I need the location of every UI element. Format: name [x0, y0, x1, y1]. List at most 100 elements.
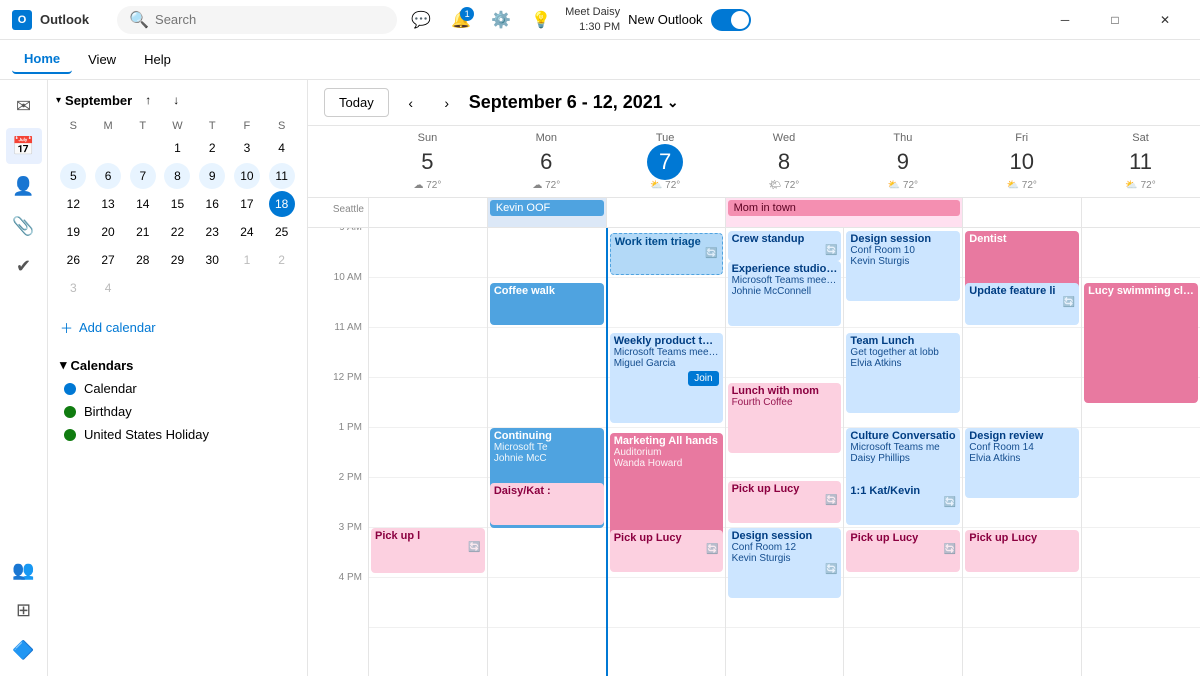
lucy-swimming-event[interactable]: Lucy swimming class: [1084, 283, 1198, 403]
search-box[interactable]: 🔍: [117, 6, 397, 34]
team-lunch-event[interactable]: Team Lunch Get together at lobb Elvia At…: [846, 333, 960, 413]
menu-home[interactable]: Home: [12, 45, 72, 74]
cal-day[interactable]: 21: [130, 219, 156, 245]
kat-kevin-event[interactable]: 1:1 Kat/Kevin 🔄: [846, 483, 960, 525]
sidebar-icon-apps[interactable]: ⊞: [6, 592, 42, 628]
search-input[interactable]: [155, 12, 385, 27]
cal-day[interactable]: 1: [234, 247, 260, 273]
close-button[interactable]: ✕: [1142, 4, 1188, 36]
experience-studio-event[interactable]: Experience studio sync Microsoft Teams m…: [728, 261, 842, 326]
day-header-thu: T: [195, 118, 230, 134]
cal-day[interactable]: 3: [60, 275, 86, 301]
cal-day[interactable]: 20: [95, 219, 121, 245]
design-session-thu-event[interactable]: Design session Conf Room 10 Kevin Sturgi…: [846, 231, 960, 301]
crew-standup-event[interactable]: Crew standup 🔄: [728, 231, 842, 261]
cal-day[interactable]: 2: [269, 247, 295, 273]
next-week-button[interactable]: ›: [433, 89, 461, 117]
calendar-days: 1 2 3 4 5 6 7 8 9 10 11 12 13 14 15 16 1…: [56, 134, 299, 302]
cal-day[interactable]: 28: [130, 247, 156, 273]
kevin-oof-event[interactable]: Kevin OOF: [490, 200, 604, 216]
cal-day[interactable]: 13: [95, 191, 121, 217]
cal-day[interactable]: [269, 275, 295, 301]
cal-day[interactable]: 15: [164, 191, 190, 217]
cal-day[interactable]: 3: [234, 135, 260, 161]
cal-day[interactable]: [234, 275, 260, 301]
minimize-button[interactable]: ─: [1042, 4, 1088, 36]
calendar-item-calendar[interactable]: Calendar: [56, 377, 299, 400]
cal-day-today[interactable]: 18: [269, 191, 295, 217]
cal-day[interactable]: 12: [60, 191, 86, 217]
cal-day[interactable]: 4: [269, 135, 295, 161]
pick-up-lucy-wed-event[interactable]: Pick up Lucy 🔄: [728, 481, 842, 523]
pick-up-lucy-tue-event[interactable]: Pick up Lucy 🔄: [610, 530, 723, 572]
sidebar-icon-mail[interactable]: ✉: [6, 88, 42, 124]
sidebar-icon-files[interactable]: 📎: [6, 208, 42, 244]
date-range[interactable]: September 6 - 12, 2021 ⌄: [469, 92, 679, 113]
cal-day[interactable]: 27: [95, 247, 121, 273]
cal-day[interactable]: 9: [199, 163, 225, 189]
cal-day[interactable]: 26: [60, 247, 86, 273]
cal-day[interactable]: 7: [130, 163, 156, 189]
cal-day[interactable]: 19: [60, 219, 86, 245]
design-review-event[interactable]: Design review Conf Room 14 Elvia Atkins: [965, 428, 1079, 498]
calendar-collapse-icon[interactable]: ▾: [56, 95, 61, 106]
cal-day[interactable]: 30: [199, 247, 225, 273]
cal-day[interactable]: [60, 135, 86, 161]
cal-day[interactable]: 1: [164, 135, 190, 161]
coffee-walk-event[interactable]: Coffee walk: [490, 283, 604, 325]
mom-in-town-event[interactable]: Mom in town: [728, 200, 961, 216]
sidebar-icon-teams[interactable]: 👥: [6, 552, 42, 588]
mini-cal-next[interactable]: ↓: [164, 88, 188, 112]
cal-day[interactable]: [130, 275, 156, 301]
mini-cal-prev[interactable]: ↑: [136, 88, 160, 112]
cal-day[interactable]: [130, 135, 156, 161]
mini-calendar-month[interactable]: September: [65, 93, 132, 108]
add-calendar-button[interactable]: ＋ Add calendar: [56, 310, 299, 345]
work-item-triage-event[interactable]: Work item triage 🔄: [610, 233, 723, 275]
cal-day[interactable]: 25: [269, 219, 295, 245]
help-icon[interactable]: 💡: [525, 4, 557, 36]
maximize-button[interactable]: □: [1092, 4, 1138, 36]
prev-week-button[interactable]: ‹: [397, 89, 425, 117]
join-button[interactable]: Join: [688, 371, 718, 386]
lunch-with-mom-event[interactable]: Lunch with mom Fourth Coffee: [728, 383, 842, 453]
sidebar-icon-outlook[interactable]: 🔷: [6, 632, 42, 668]
chat-icon[interactable]: 💬: [405, 4, 437, 36]
sidebar-icon-people[interactable]: 👤: [6, 168, 42, 204]
menu-view[interactable]: View: [76, 46, 128, 73]
update-feature-event[interactable]: Update feature li 🔄: [965, 283, 1079, 325]
calendar-item-birthday[interactable]: Birthday: [56, 400, 299, 423]
pick-up-lucy-sun-event[interactable]: Pick up l 🔄: [371, 528, 485, 573]
cal-day[interactable]: 22: [164, 219, 190, 245]
settings-icon[interactable]: ⚙️: [485, 4, 517, 36]
sidebar-icon-tasks[interactable]: ✔: [6, 248, 42, 284]
cal-day[interactable]: 17: [234, 191, 260, 217]
cal-day[interactable]: 16: [199, 191, 225, 217]
calendar-item-us-holiday[interactable]: United States Holiday: [56, 423, 299, 446]
calendars-section-header[interactable]: ▾ Calendars: [56, 353, 299, 377]
pick-up-lucy-fri-event[interactable]: Pick up Lucy: [965, 530, 1079, 572]
cal-day[interactable]: 6: [95, 163, 121, 189]
cal-day[interactable]: 11: [269, 163, 295, 189]
menu-help[interactable]: Help: [132, 46, 183, 73]
bell-icon[interactable]: 🔔1: [445, 4, 477, 36]
design-session-wed-event[interactable]: Design session Conf Room 12 Kevin Sturgi…: [728, 528, 842, 598]
cal-day[interactable]: 4: [95, 275, 121, 301]
cal-day[interactable]: 23: [199, 219, 225, 245]
new-outlook-toggle[interactable]: [711, 9, 751, 31]
cal-day[interactable]: 14: [130, 191, 156, 217]
cal-day[interactable]: 10: [234, 163, 260, 189]
cal-day[interactable]: 5: [60, 163, 86, 189]
cal-day[interactable]: 8: [164, 163, 190, 189]
cal-day[interactable]: 24: [234, 219, 260, 245]
weekly-sync-event[interactable]: Weekly product team sync Microsoft Teams…: [610, 333, 723, 423]
daisy-kat-event[interactable]: Daisy/Kat :: [490, 483, 604, 525]
cal-day[interactable]: [199, 275, 225, 301]
cal-day[interactable]: [95, 135, 121, 161]
cal-day[interactable]: [164, 275, 190, 301]
sidebar-icon-calendar[interactable]: 📅: [6, 128, 42, 164]
pick-up-lucy-thu-event[interactable]: Pick up Lucy 🔄: [846, 530, 960, 572]
cal-day[interactable]: 29: [164, 247, 190, 273]
today-button[interactable]: Today: [324, 88, 389, 117]
cal-day[interactable]: 2: [199, 135, 225, 161]
